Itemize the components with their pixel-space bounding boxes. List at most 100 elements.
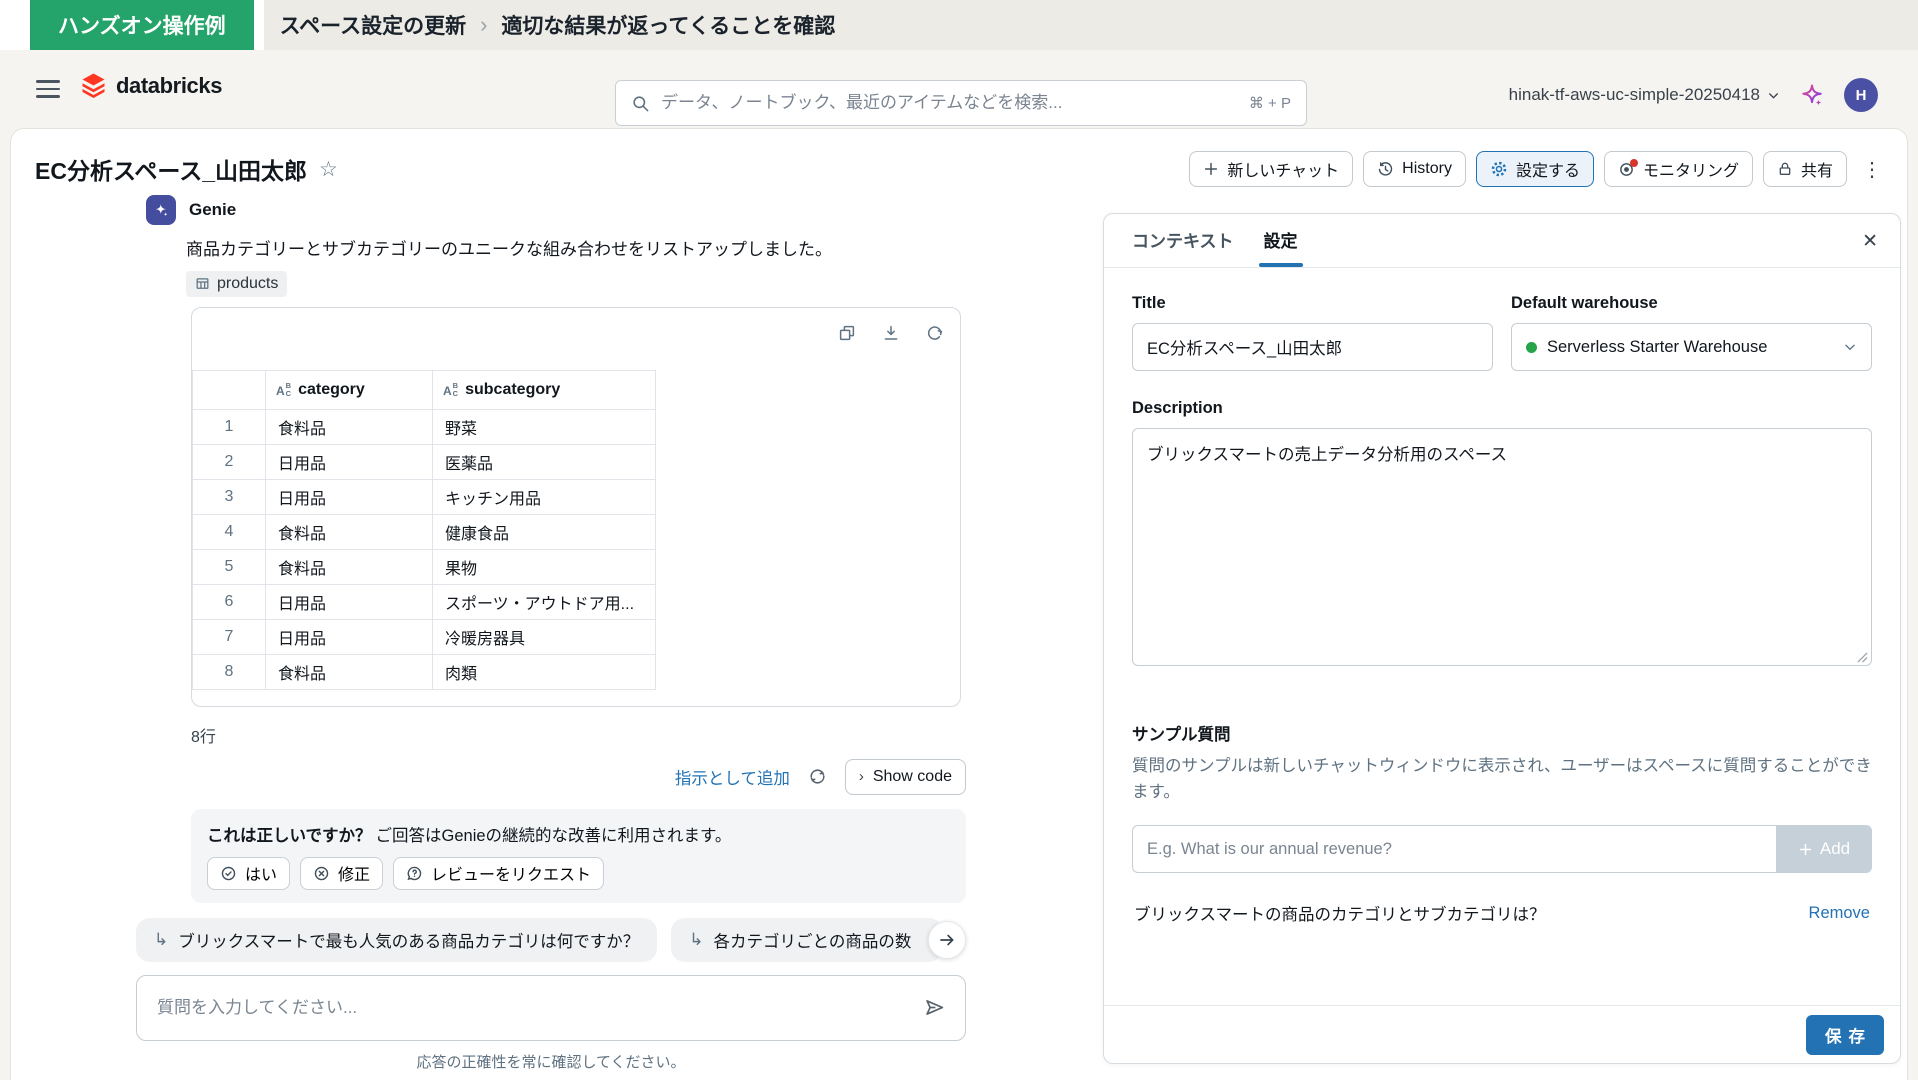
table-cell: キッチン用品	[433, 479, 656, 514]
settings-panel: コンテキスト 設定 ✕ Title Default warehouse Serv…	[1103, 213, 1901, 1064]
settings-label: 設定する	[1516, 157, 1580, 181]
history-clock-icon	[1377, 161, 1394, 178]
send-icon[interactable]	[924, 997, 945, 1018]
result-table-card: ABC category ABC subcategory 1食料品野菜2日用品医	[191, 307, 961, 707]
question-input[interactable]	[157, 998, 912, 1018]
global-search[interactable]: ⌘ + P	[615, 80, 1307, 126]
lock-icon	[1777, 161, 1793, 177]
remove-sample-link[interactable]: Remove	[1809, 904, 1870, 923]
suggestion-text: ブリックスマートで最も人気のある商品カテゴリは何ですか？	[178, 928, 639, 952]
add-label: Add	[1820, 839, 1850, 859]
copy-icon[interactable]	[838, 324, 856, 342]
warehouse-value: Serverless Starter Warehouse	[1547, 338, 1767, 357]
monitoring-button[interactable]: モニタリング	[1604, 151, 1753, 187]
scroll-suggestions-button[interactable]	[928, 921, 966, 959]
suggestion-text: 各カテゴリごとの商品の数	[714, 928, 912, 952]
assistant-message: 商品カテゴリーとサブカテゴリーのユニークな組み合わせをリストアップしました。	[186, 237, 966, 263]
add-sample-button[interactable]: Add	[1776, 825, 1872, 873]
table-row: 1食料品野菜	[193, 409, 656, 444]
column-header-subcategory[interactable]: ABC subcategory	[433, 370, 656, 409]
accuracy-disclaimer: 応答の正確性を常に確認してください。	[136, 1051, 966, 1072]
settings-button[interactable]: 設定する	[1476, 151, 1594, 187]
return-arrow-icon: ↳	[154, 930, 168, 950]
new-chat-label: 新しいチャット	[1227, 157, 1339, 181]
banner-badge-wrap: ハンズオン操作例	[0, 0, 264, 50]
download-icon[interactable]	[882, 324, 900, 342]
table-grid-icon	[195, 276, 210, 291]
save-button[interactable]: 保存	[1806, 1015, 1884, 1055]
sample-questions-heading: サンプル質問	[1132, 721, 1872, 745]
table-cell: 日用品	[266, 584, 433, 619]
table-row: 5食料品果物	[193, 549, 656, 584]
result-actions: 指示として追加 › Show code	[136, 759, 966, 795]
add-instruction-link[interactable]: 指示として追加	[675, 765, 790, 789]
source-table-chip[interactable]: products	[186, 271, 287, 297]
workspace-name: hinak-tf-aws-uc-simple-20250418	[1509, 85, 1760, 105]
row-index: 2	[193, 444, 266, 479]
main-content: EC分析スペース_山田太郎 ☆ 新しいチャット History	[10, 128, 1908, 1080]
search-input[interactable]	[661, 93, 1238, 113]
share-label: 共有	[1801, 157, 1833, 181]
table-row: 3日用品キッチン用品	[193, 479, 656, 514]
result-table-body: 1食料品野菜2日用品医薬品3日用品キッチン用品4食料品健康食品5食料品果物6日用…	[193, 409, 656, 689]
column-header-category[interactable]: ABC category	[266, 370, 433, 409]
workspace-switcher[interactable]: hinak-tf-aws-uc-simple-20250418	[1509, 85, 1780, 105]
warehouse-select[interactable]: Serverless Starter Warehouse	[1511, 323, 1872, 371]
databricks-logo[interactable]: databricks	[80, 72, 222, 100]
tab-settings[interactable]: 設定	[1264, 227, 1298, 267]
history-button[interactable]: History	[1363, 151, 1466, 187]
user-avatar[interactable]: H	[1844, 78, 1878, 112]
title-input[interactable]	[1132, 323, 1493, 371]
source-table-name: products	[217, 275, 278, 293]
chat-area: Genie 商品カテゴリーとサブカテゴリーのユニークな組み合わせをリストアップし…	[136, 195, 966, 1072]
gear-icon	[1490, 160, 1508, 178]
sample-question-input[interactable]	[1132, 825, 1776, 873]
row-number-header	[193, 370, 266, 409]
column-label: subcategory	[465, 381, 560, 399]
request-review-button[interactable]: レビューをリクエスト	[393, 857, 604, 890]
new-chat-button[interactable]: 新しいチャット	[1189, 151, 1353, 187]
share-button[interactable]: 共有	[1763, 151, 1847, 187]
table-cell: 食料品	[266, 409, 433, 444]
table-cell: 食料品	[266, 549, 433, 584]
panel-footer: 保存	[1104, 1005, 1900, 1063]
regenerate-icon[interactable]	[808, 767, 827, 786]
close-icon[interactable]: ✕	[1862, 230, 1878, 253]
refresh-icon[interactable]	[926, 324, 944, 342]
string-type-icon: ABC	[276, 382, 291, 397]
assistant-sparkle-icon[interactable]	[1800, 83, 1824, 107]
show-code-button[interactable]: › Show code	[845, 759, 966, 795]
sample-questions-description: 質問のサンプルは新しいチャットウィンドウに表示され、ユーザーはスペースに質問する…	[1132, 754, 1872, 805]
feedback-fix-button[interactable]: 修正	[300, 857, 383, 890]
row-index: 6	[193, 584, 266, 619]
row-count: 8行	[191, 723, 966, 747]
databricks-wordmark: databricks	[116, 73, 222, 99]
suggestion-chip[interactable]: ↳ ブリックスマートで最も人気のある商品カテゴリは何ですか？	[136, 918, 657, 962]
chevron-down-icon	[1767, 89, 1780, 102]
result-table: ABC category ABC subcategory 1食料品野菜2日用品医	[192, 370, 656, 690]
feedback-yes-button[interactable]: はい	[207, 857, 290, 890]
notification-dot	[1630, 159, 1638, 167]
tab-context[interactable]: コンテキスト	[1132, 227, 1234, 267]
favorite-star-icon[interactable]: ☆	[319, 157, 338, 182]
feedback-yes-label: はい	[245, 861, 277, 885]
table-row: 8食料品肉類	[193, 654, 656, 689]
suggestion-chip[interactable]: ↳ 各カテゴリごとの商品の数	[671, 918, 943, 962]
row-index: 1	[193, 409, 266, 444]
hamburger-menu-icon[interactable]	[36, 76, 60, 102]
chevron-right-icon: ›	[859, 768, 864, 785]
sample-question-item: ブリックスマートの商品のカテゴリとサブカテゴリは？ Remove	[1132, 901, 1872, 925]
description-textarea[interactable]: ブリックスマートの売上データ分析用のスペース	[1132, 428, 1872, 666]
sample-question-text: ブリックスマートの商品のカテゴリとサブカテゴリは？	[1134, 901, 1546, 925]
genie-avatar-icon	[146, 195, 176, 225]
panel-tabs: コンテキスト 設定	[1104, 214, 1900, 268]
tutorial-banner: ハンズオン操作例 スペース設定の更新 › 適切な結果が返ってくることを確認	[0, 0, 1918, 50]
assistant-name: Genie	[189, 200, 236, 220]
description-label: Description	[1132, 399, 1872, 418]
show-code-label: Show code	[873, 768, 952, 786]
check-circle-icon	[220, 865, 237, 882]
kebab-menu-icon[interactable]: ⋮	[1857, 157, 1887, 182]
row-index: 5	[193, 549, 266, 584]
table-cell: 日用品	[266, 479, 433, 514]
row-index: 3	[193, 479, 266, 514]
